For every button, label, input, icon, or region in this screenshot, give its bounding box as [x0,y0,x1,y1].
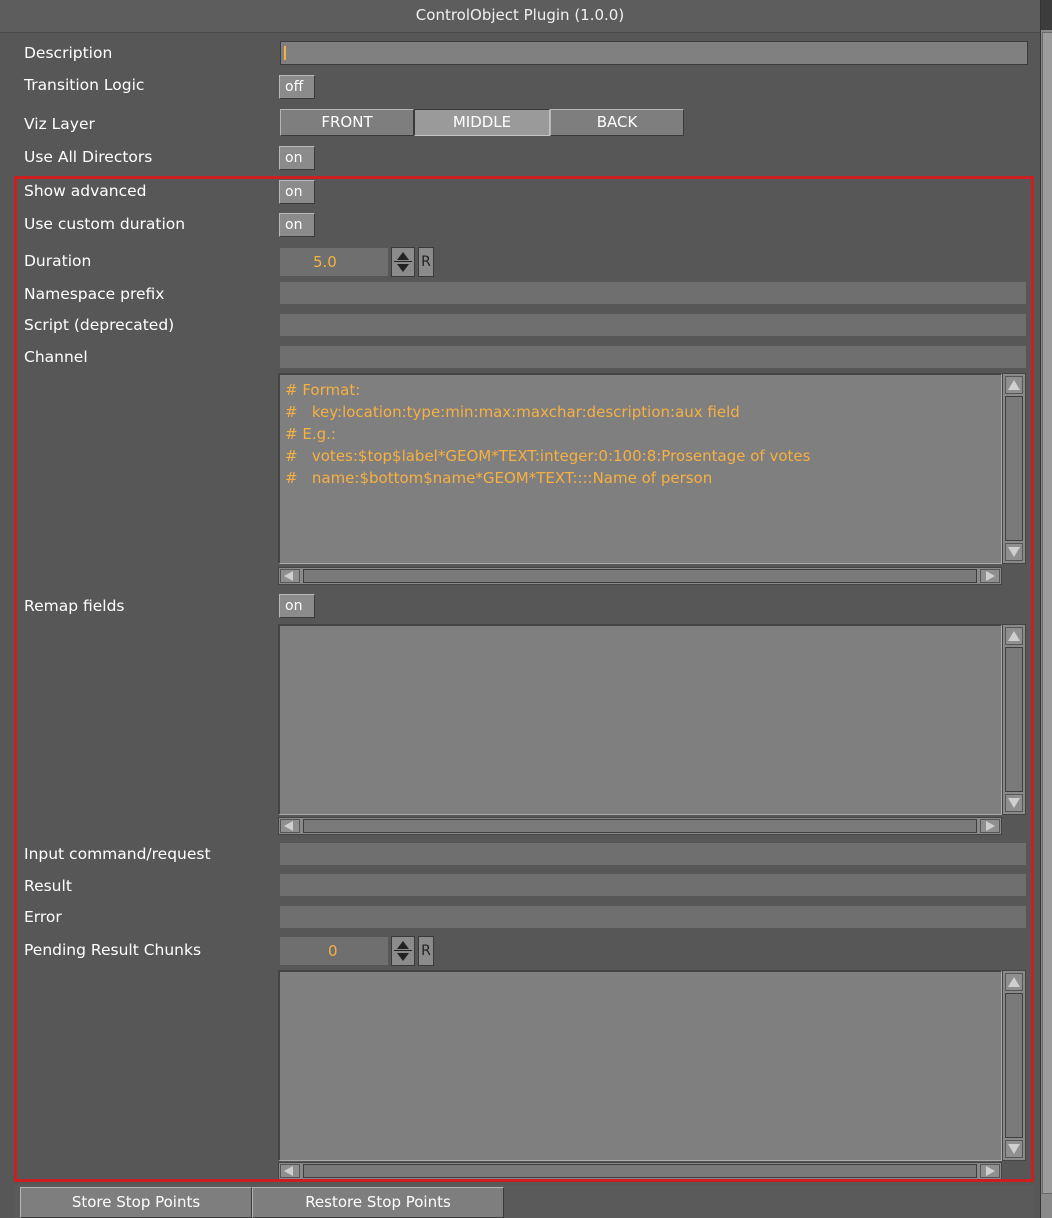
show-advanced-toggle[interactable]: on [279,180,315,204]
format-line: # votes:$top$label*GEOM*TEXT:integer:0:1… [285,447,811,465]
scroll-thumb[interactable] [303,1164,977,1178]
description-input[interactable] [280,41,1028,65]
format-vertical-scrollbar[interactable] [1002,373,1026,564]
arrow-down-icon [1008,1144,1020,1154]
scroll-up-arrow[interactable] [1005,376,1023,394]
description-label: Description [24,44,113,62]
pending-result-chunks-value: 0 [328,942,338,960]
duration-label: Duration [24,252,92,270]
script-label: Script (deprecated) [24,316,175,334]
arrow-left-icon [284,821,293,831]
duration-value: 5.0 [313,253,337,271]
text-caret [284,46,286,60]
viz-layer-middle-button[interactable]: MIDDLE [414,109,550,136]
restore-stop-points-button[interactable]: Restore Stop Points [252,1187,504,1218]
result-chunks-horizontal-scrollbar[interactable] [278,1162,1002,1180]
input-command-label: Input command/request [24,845,211,863]
arrow-up-icon [1008,380,1020,390]
result-chunks-textarea[interactable] [278,970,1002,1161]
transition-logic-toggle[interactable]: off [279,75,315,99]
namespace-prefix-input[interactable] [280,282,1026,304]
scroll-down-arrow[interactable] [1005,1140,1023,1158]
scroll-left-arrow[interactable] [280,569,300,583]
arrow-up-icon [1008,631,1020,641]
arrow-up-icon [1008,977,1020,987]
arrow-left-icon [284,1166,293,1176]
script-input[interactable] [280,314,1026,336]
pending-result-chunks-input[interactable]: 0 [280,937,388,965]
window-title: ControlObject Plugin (1.0.0) [415,6,625,24]
transition-logic-label: Transition Logic [24,76,145,94]
remap-fields-label: Remap fields [24,597,125,615]
result-input[interactable] [280,874,1026,896]
pending-result-chunks-label: Pending Result Chunks [24,941,202,959]
scroll-thumb[interactable] [1005,396,1023,541]
spin-up-icon [397,252,409,260]
format-horizontal-scrollbar[interactable] [278,567,1002,585]
scroll-thumb[interactable] [303,569,977,583]
arrow-down-icon [1008,547,1020,557]
scroll-left-arrow[interactable] [280,1164,300,1178]
error-input[interactable] [280,906,1026,928]
scroll-up-arrow[interactable] [1005,627,1023,645]
remap-textarea[interactable] [278,624,1002,815]
result-label: Result [24,877,72,895]
panel-vertical-scrollbar[interactable] [1040,0,1052,1218]
scroll-down-arrow[interactable] [1005,794,1023,812]
scroll-down-arrow[interactable] [1005,543,1023,561]
duration-reset-button[interactable]: R [418,247,434,277]
remap-vertical-scrollbar[interactable] [1002,624,1026,815]
remap-horizontal-scrollbar[interactable] [278,817,1002,835]
use-custom-duration-label: Use custom duration [24,215,186,233]
namespace-prefix-label: Namespace prefix [24,285,165,303]
arrow-right-icon [986,1166,995,1176]
duration-spinner[interactable] [391,247,415,277]
pending-chunks-spinner[interactable] [391,936,415,966]
viz-layer-label: Viz Layer [24,115,95,133]
scroll-thumb[interactable] [1005,993,1023,1138]
viz-layer-front-button[interactable]: FRONT [280,109,414,136]
spin-up-icon [397,941,409,949]
show-advanced-label: Show advanced [24,182,147,200]
format-line: # key:location:type:min:max:maxchar:desc… [285,403,740,421]
scroll-thumb[interactable] [303,819,977,833]
input-command-input[interactable] [280,843,1026,865]
remap-fields-toggle[interactable]: on [279,594,315,618]
use-all-directors-toggle[interactable]: on [279,146,315,170]
use-all-directors-label: Use All Directors [24,148,153,166]
viz-layer-back-button[interactable]: BACK [550,109,684,136]
spin-divider [394,950,412,951]
duration-input[interactable]: 5.0 [280,248,388,276]
channel-input[interactable] [280,346,1026,368]
scrollbar-top-cap [1041,0,1052,30]
format-line: # Format: [285,381,361,399]
scroll-left-arrow[interactable] [280,819,300,833]
arrow-left-icon [284,571,293,581]
scroll-thumb[interactable] [1005,647,1023,792]
scroll-right-arrow[interactable] [980,819,1000,833]
result-chunks-vertical-scrollbar[interactable] [1002,970,1026,1161]
scroll-up-arrow[interactable] [1005,973,1023,991]
arrow-right-icon [986,571,995,581]
use-custom-duration-toggle[interactable]: on [279,213,315,237]
spin-down-icon [397,953,409,961]
error-label: Error [24,908,62,926]
spin-divider [394,261,412,262]
panel-scroll-thumb[interactable] [1042,32,1052,1194]
plugin-panel: ControlObject Plugin (1.0.0) Description… [0,0,1040,1218]
store-stop-points-button[interactable]: Store Stop Points [20,1187,252,1218]
arrow-down-icon [1008,798,1020,808]
title-bar: ControlObject Plugin (1.0.0) [0,0,1040,33]
spin-down-icon [397,264,409,272]
pending-chunks-reset-button[interactable]: R [418,936,434,966]
arrow-right-icon [986,821,995,831]
channel-label: Channel [24,348,88,366]
format-line: # name:$bottom$name*GEOM*TEXT::::Name of… [285,469,713,487]
format-line: # E.g.: [285,425,336,443]
format-textarea[interactable]: # Format: # key:location:type:min:max:ma… [278,373,1002,564]
scroll-right-arrow[interactable] [980,569,1000,583]
scroll-right-arrow[interactable] [980,1164,1000,1178]
